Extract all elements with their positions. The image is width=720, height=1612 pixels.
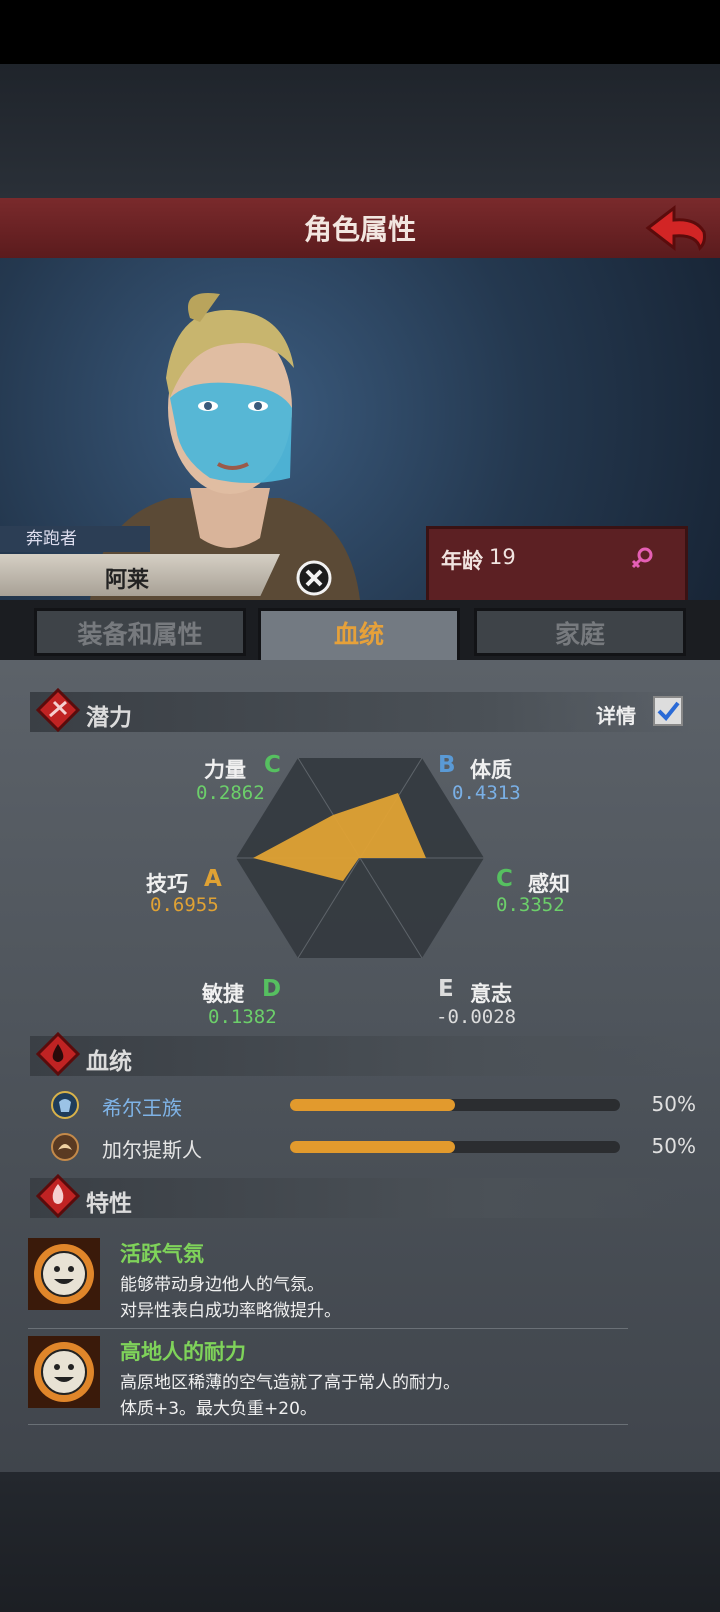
potential-title: 潜力 <box>86 705 132 731</box>
bloodline-name: 希尔王族 <box>102 1096 182 1120</box>
tab-family[interactable]: 家庭 <box>474 608 686 656</box>
stat-willpower-name: 意志 <box>470 982 512 1006</box>
bloodline-header: 血统 <box>30 1032 690 1076</box>
detail-label: 详情 <box>596 704 636 728</box>
character-portrait <box>90 293 360 600</box>
stat-constitution-grade: B <box>438 752 456 778</box>
trait-item[interactable]: 活跃气氛 能够带动身边他人的气氛。 对异性表白成功率略微提升。 <box>28 1238 688 1324</box>
stat-willpower-value: -0.0028 <box>436 1006 517 1028</box>
page-title: 角色属性 <box>303 213 416 246</box>
bloodline-row: 希尔王族 50% <box>46 1090 696 1120</box>
trait-divider <box>28 1424 628 1425</box>
bloodline-title: 血统 <box>86 1049 132 1075</box>
stat-agility-value: 0.1382 <box>208 1006 277 1028</box>
bloodline-bar <box>290 1141 620 1153</box>
stat-agility-name: 敏捷 <box>202 982 244 1006</box>
title-bar: 角色属性 <box>0 198 720 261</box>
stat-perception-value: 0.3352 <box>496 894 565 916</box>
trait-description: 能够带动身边他人的气氛。 <box>120 1275 324 1295</box>
stat-constitution-name: 体质 <box>470 758 512 782</box>
stat-strength-grade: C <box>264 752 281 778</box>
traits-header: 特性 <box>30 1174 690 1218</box>
age-value: 19 <box>489 545 516 569</box>
class-tag: 奔跑者 <box>0 526 150 552</box>
potential-icon <box>36 688 80 732</box>
top-band <box>0 64 720 200</box>
trait-description: 对异性表白成功率略微提升。 <box>120 1301 341 1321</box>
stat-willpower-grade: E <box>438 976 454 1002</box>
smiley-face-icon <box>28 1336 100 1408</box>
bloodline-name: 加尔提斯人 <box>102 1138 202 1162</box>
female-icon <box>631 547 653 569</box>
character-name[interactable]: 阿莱 <box>105 562 149 594</box>
tab-equipment[interactable]: 装备和属性 <box>34 608 246 656</box>
stat-skill-value: 0.6955 <box>150 894 219 916</box>
bloodline-row: 加尔提斯人 50% <box>46 1132 696 1162</box>
stat-perception-grade: C <box>496 866 513 892</box>
trait-name: 高地人的耐力 <box>120 1340 246 1364</box>
stat-agility-grade: D <box>262 976 282 1002</box>
bloodline-bar <box>290 1099 620 1111</box>
flame-icon <box>36 1174 80 1218</box>
status-bar <box>0 0 720 64</box>
close-icon[interactable] <box>296 560 332 596</box>
traits-title: 特性 <box>86 1191 132 1217</box>
stat-strength-value: 0.2862 <box>196 782 265 804</box>
potential-header: 潜力 <box>30 688 690 732</box>
shield-crest-icon <box>51 1091 79 1119</box>
stat-strength-name: 力量 <box>204 758 246 782</box>
character-hero: 奔跑者 阿莱 年龄 19 等级 1 新兵 <box>0 258 720 858</box>
bloodline-percent: 50% <box>651 1092 696 1116</box>
blood-drop-icon <box>36 1032 80 1076</box>
tab-bar: 装备和属性 血统 家庭 <box>0 600 720 660</box>
stat-constitution-value: 0.4313 <box>452 782 521 804</box>
bottom-band <box>0 1472 720 1612</box>
trait-name: 活跃气氛 <box>120 1242 204 1266</box>
smiley-face-icon <box>28 1238 100 1310</box>
trait-divider <box>28 1328 628 1329</box>
age-label: 年龄 <box>441 549 483 573</box>
trait-description: 高原地区稀薄的空气造就了高于常人的耐力。 <box>120 1373 460 1393</box>
trait-description: 体质+3。最大负重+20。 <box>120 1399 317 1419</box>
trait-item[interactable]: 高地人的耐力 高原地区稀薄的空气造就了高于常人的耐力。 体质+3。最大负重+20… <box>28 1336 688 1422</box>
tab-bloodline[interactable]: 血统 <box>258 608 460 660</box>
back-arrow-icon[interactable] <box>640 202 710 254</box>
detail-checkbox[interactable] <box>652 695 684 727</box>
potential-radar-chart <box>236 757 484 959</box>
stat-skill-grade: A <box>204 866 222 892</box>
beast-crest-icon <box>51 1133 79 1161</box>
bloodline-percent: 50% <box>651 1134 696 1158</box>
